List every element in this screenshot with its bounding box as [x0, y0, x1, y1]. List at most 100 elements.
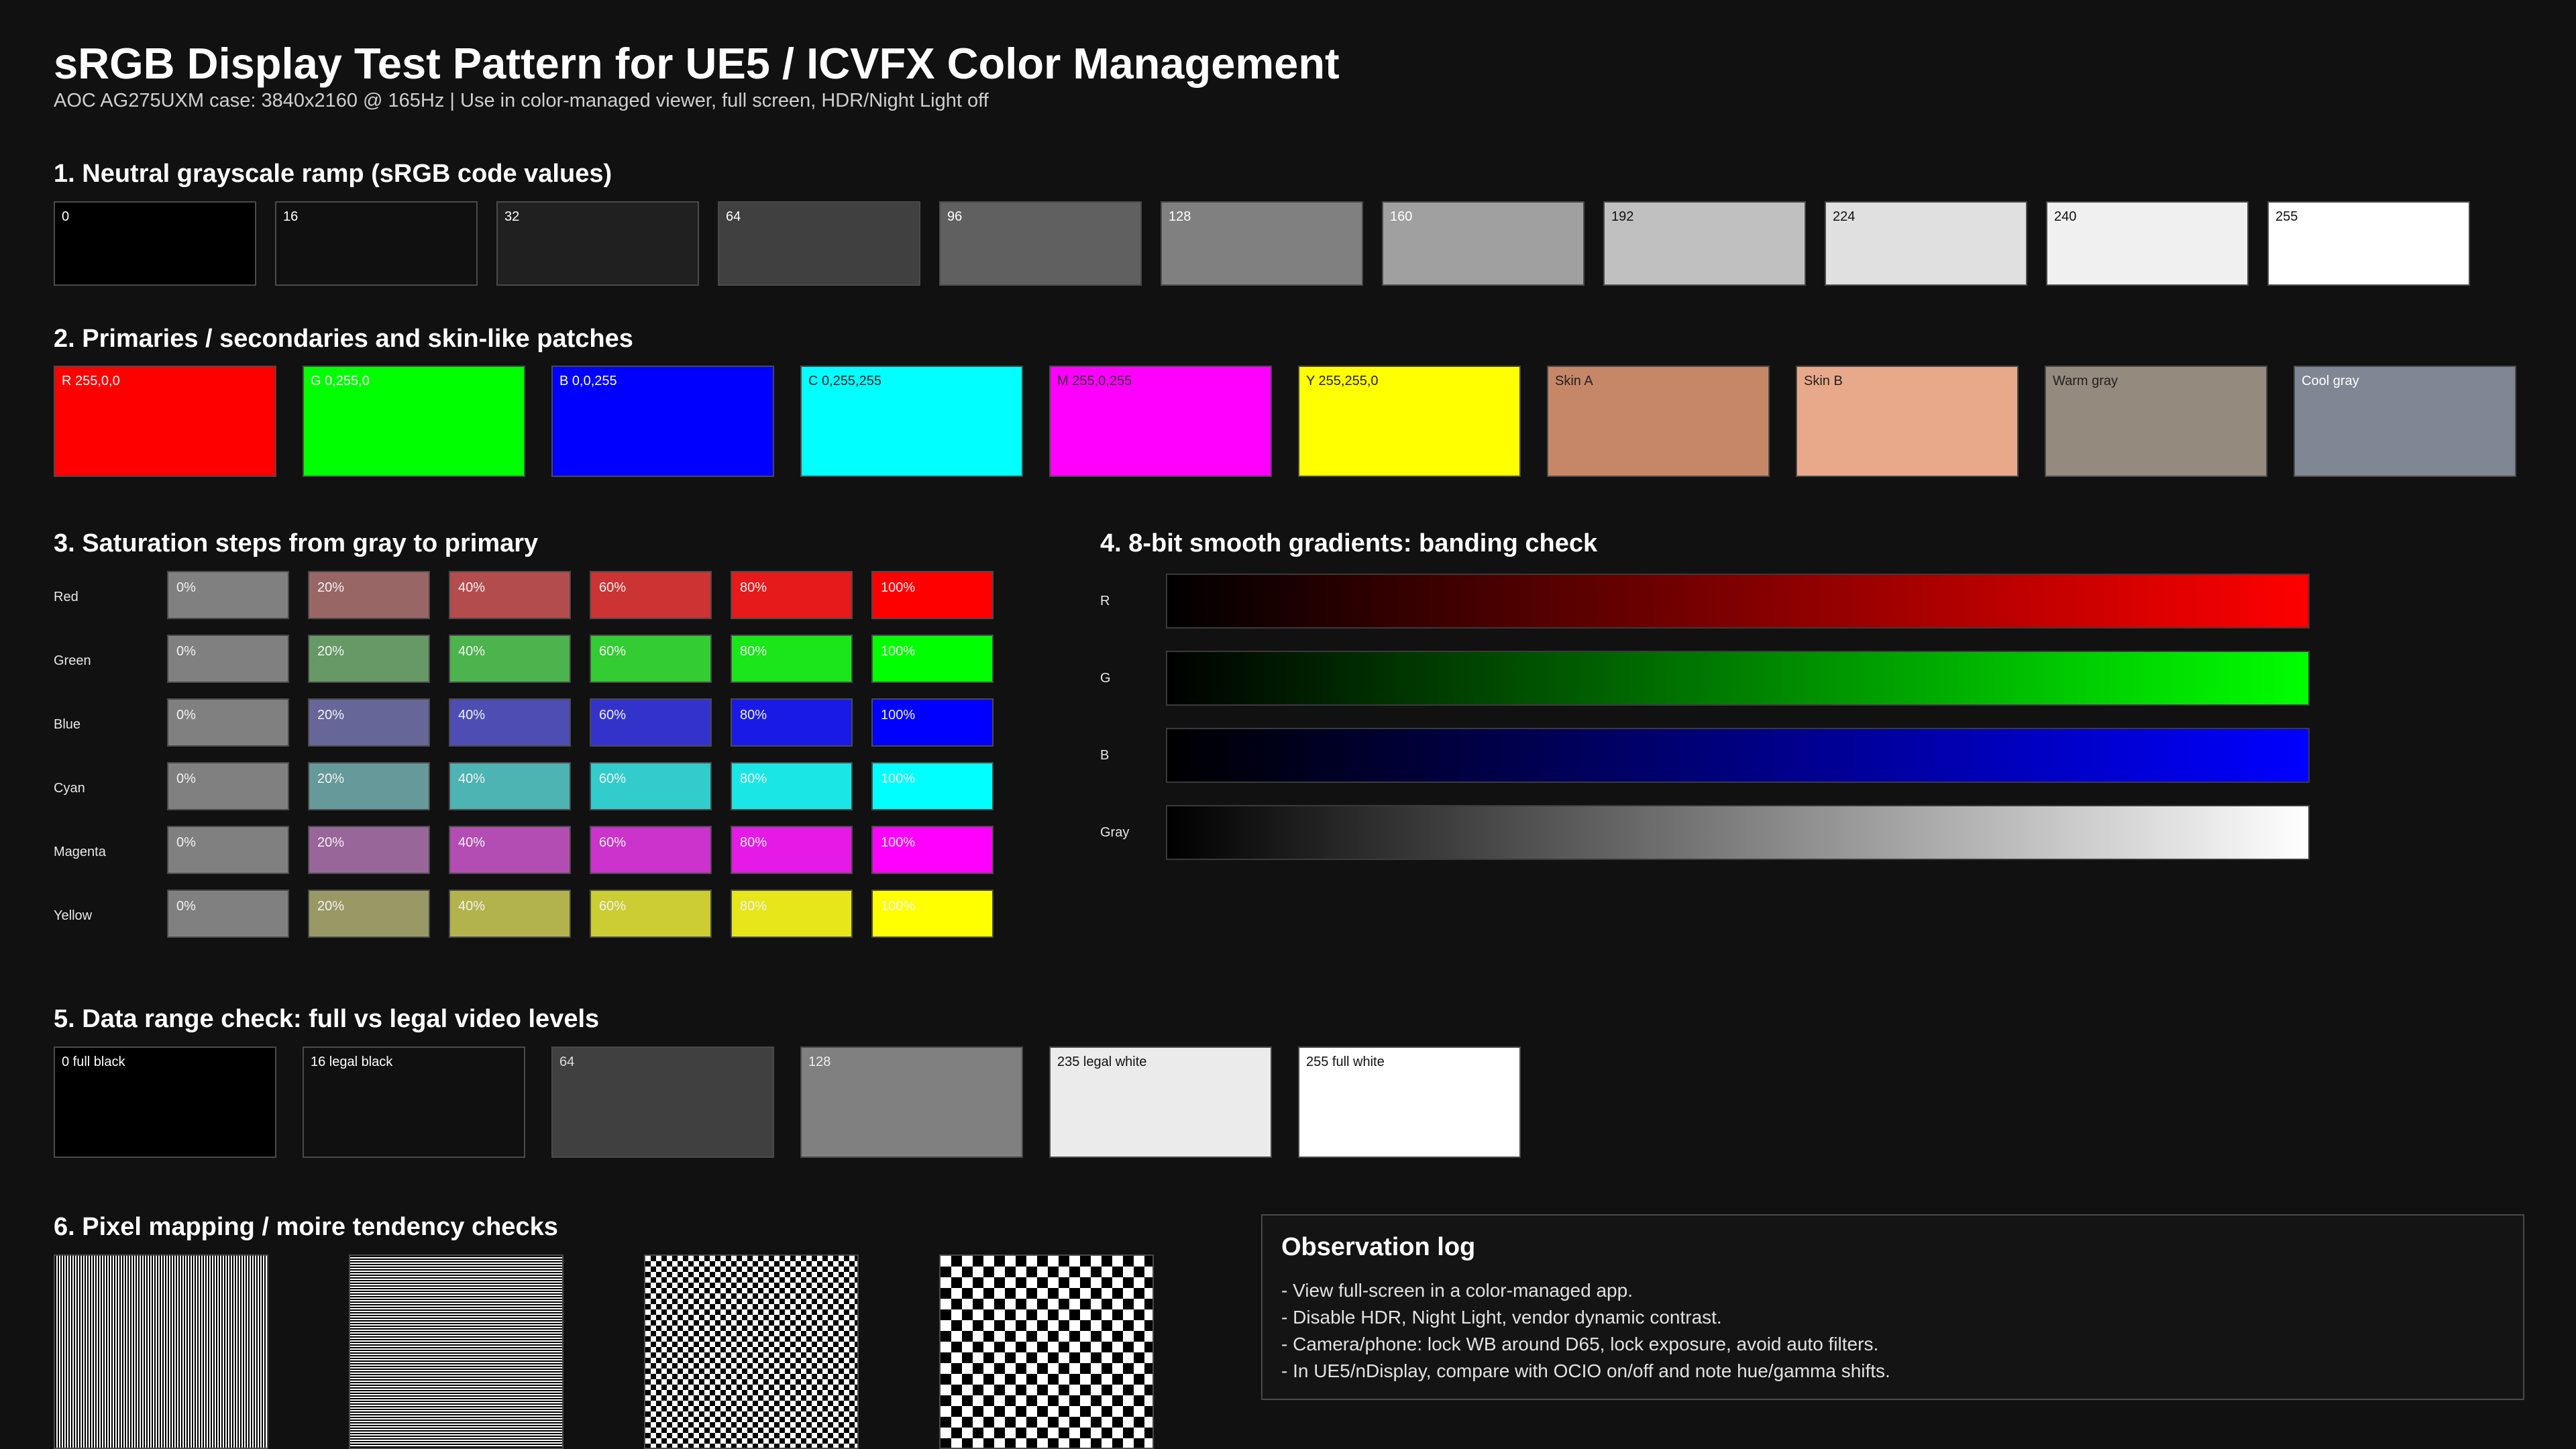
- saturation-swatch-label: 0%: [176, 580, 196, 595]
- saturation-row-label: Green: [54, 653, 91, 668]
- saturation-swatch: 0%: [167, 826, 289, 874]
- saturation-row-label: Magenta: [54, 845, 106, 859]
- gray-patch-label: 192: [1611, 209, 1634, 224]
- saturation-swatch-label: 100%: [881, 835, 916, 850]
- color-patch: Skin A: [1547, 366, 1770, 477]
- saturation-swatch-label: 0%: [176, 899, 196, 914]
- range-patch: 64: [551, 1046, 774, 1158]
- saturation-row-label: Blue: [54, 717, 81, 732]
- saturation-swatch: 40%: [449, 890, 571, 938]
- gradient-label: G: [1100, 671, 1111, 686]
- page-subtitle: AOC AG275UXM case: 3840x2160 @ 165Hz | U…: [54, 90, 989, 111]
- saturation-swatch: 80%: [731, 635, 853, 683]
- range-patch: 255 full white: [1298, 1046, 1521, 1158]
- range-patch-label: 16 legal black: [311, 1055, 393, 1069]
- saturation-swatch: 40%: [449, 571, 571, 619]
- page-title: sRGB Display Test Pattern for UE5 / ICVF…: [54, 39, 1340, 88]
- gray-patch-label: 128: [1169, 209, 1191, 224]
- saturation-swatch-label: 60%: [599, 835, 627, 850]
- saturation-swatch-label: 80%: [740, 835, 767, 850]
- saturation-swatch-label: 100%: [881, 771, 916, 786]
- checker-pattern-coarse: [939, 1254, 1154, 1449]
- range-patch: 16 legal black: [303, 1046, 525, 1158]
- fine-line-pattern-1: [54, 1254, 268, 1449]
- saturation-swatch: 20%: [308, 698, 430, 747]
- gradient-label: B: [1100, 748, 1110, 763]
- saturation-swatch-label: 20%: [317, 835, 345, 850]
- gray-patch: 16: [275, 201, 478, 286]
- section2-title: 2. Primaries / secondaries and skin-like…: [54, 325, 633, 353]
- range-patch: 0 full black: [54, 1046, 276, 1158]
- color-patch-label: Warm gray: [2053, 374, 2118, 388]
- saturation-swatch: 20%: [308, 635, 430, 683]
- saturation-swatch: 60%: [590, 890, 712, 938]
- saturation-swatch: 0%: [167, 571, 289, 619]
- gray-patch: 32: [496, 201, 699, 286]
- gray-patch: 96: [939, 201, 1142, 286]
- gray-patch-label: 64: [726, 209, 741, 224]
- saturation-swatch: 80%: [731, 762, 853, 810]
- observation-log-line: - In UE5/nDisplay, compare with OCIO on/…: [1281, 1360, 1890, 1381]
- saturation-swatch: 40%: [449, 826, 571, 874]
- range-patch: 235 legal white: [1049, 1046, 1272, 1158]
- gray-patch: 224: [1825, 201, 2027, 286]
- color-patch-label: M 255,0,255: [1057, 374, 1132, 388]
- observation-log-line: - Camera/phone: lock WB around D65, lock…: [1281, 1334, 1879, 1354]
- saturation-swatch-label: 40%: [458, 580, 486, 595]
- gray-patch: 255: [2267, 201, 2470, 286]
- saturation-swatch-label: 0%: [176, 708, 196, 722]
- saturation-swatch: 60%: [590, 571, 712, 619]
- saturation-swatch-label: 0%: [176, 835, 196, 850]
- color-patch-label: Y 255,255,0: [1306, 374, 1379, 388]
- color-patch: Y 255,255,0: [1298, 366, 1521, 477]
- saturation-swatch: 100%: [871, 698, 994, 747]
- color-patch: C 0,255,255: [800, 366, 1023, 477]
- saturation-swatch-label: 60%: [599, 899, 627, 914]
- saturation-swatch-label: 40%: [458, 771, 486, 786]
- color-patch-label: R 255,0,0: [62, 374, 120, 388]
- observation-log-line: - View full-screen in a color-managed ap…: [1281, 1280, 1633, 1301]
- saturation-swatch-label: 0%: [176, 771, 196, 786]
- saturation-swatch: 80%: [731, 826, 853, 874]
- saturation-swatch: 100%: [871, 571, 994, 619]
- gray-patch-label: 0: [62, 209, 70, 224]
- saturation-swatch: 60%: [590, 698, 712, 747]
- saturation-swatch: 40%: [449, 762, 571, 810]
- color-patch: Warm gray: [2045, 366, 2267, 477]
- saturation-swatch: 100%: [871, 762, 994, 810]
- section5-title: 5. Data range check: full vs legal video…: [54, 1005, 600, 1033]
- saturation-swatch: 60%: [590, 826, 712, 874]
- saturation-swatch-label: 60%: [599, 708, 627, 722]
- color-patch-label: Cool gray: [2302, 374, 2359, 388]
- saturation-swatch-label: 80%: [740, 899, 767, 914]
- saturation-swatch-label: 80%: [740, 771, 767, 786]
- color-patch-label: G 0,255,0: [311, 374, 370, 388]
- gray-patch: 240: [2046, 201, 2249, 286]
- range-patch-label: 0 full black: [62, 1055, 125, 1069]
- gray-patch-label: 255: [2275, 209, 2298, 224]
- gradient-bar: [1166, 805, 2310, 860]
- color-patch: G 0,255,0: [303, 366, 525, 477]
- range-patch-label: 128: [808, 1055, 831, 1069]
- saturation-swatch: 100%: [871, 826, 994, 874]
- gradient-bar: [1166, 574, 2310, 629]
- saturation-swatch: 40%: [449, 635, 571, 683]
- checker-pattern-fine: [644, 1254, 859, 1449]
- saturation-swatch: 20%: [308, 826, 430, 874]
- saturation-swatch-label: 80%: [740, 644, 767, 659]
- gradient-label: Gray: [1100, 825, 1130, 840]
- saturation-swatch: 0%: [167, 698, 289, 747]
- gray-patch: 64: [718, 201, 920, 286]
- gray-patch-label: 96: [947, 209, 963, 224]
- saturation-swatch: 80%: [731, 698, 853, 747]
- saturation-swatch: 20%: [308, 762, 430, 810]
- saturation-row-label: Yellow: [54, 908, 93, 923]
- observation-log-title: Observation log: [1281, 1233, 1476, 1261]
- saturation-swatch: 80%: [731, 890, 853, 938]
- observation-log-panel: Observation log - View full-screen in a …: [1261, 1214, 2524, 1400]
- gray-patch: 160: [1382, 201, 1585, 286]
- range-patch-label: 64: [559, 1055, 575, 1069]
- saturation-swatch-label: 20%: [317, 580, 345, 595]
- gray-patch-label: 240: [2054, 209, 2077, 224]
- section6-title: 6. Pixel mapping / moire tendency checks: [54, 1213, 558, 1241]
